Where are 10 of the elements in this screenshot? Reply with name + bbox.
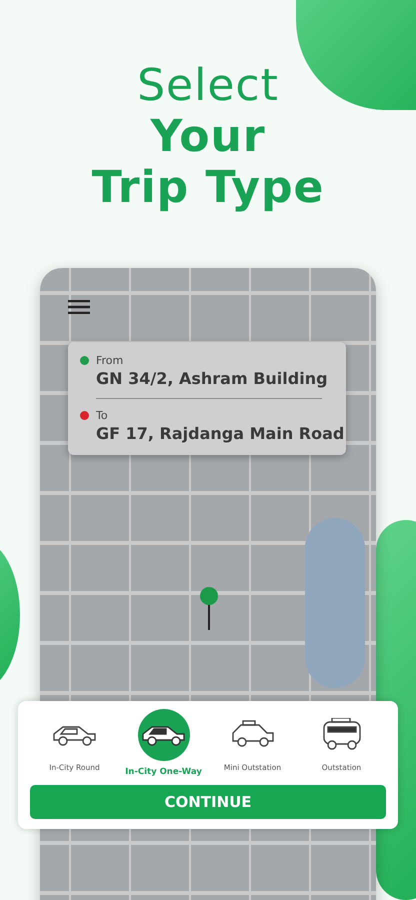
location-label: To — [96, 409, 109, 422]
headline-text: Trip Type — [92, 162, 324, 213]
headline-text: Your — [150, 111, 266, 162]
address-text[interactable]: GF 17, Rajdanga Main Road — [96, 424, 346, 443]
location-label: From — [96, 354, 124, 367]
address-text[interactable]: GN 34/2, Ashram Building — [96, 369, 346, 388]
trip-type-label: In-City One-Way — [125, 767, 202, 777]
map-pin-icon — [198, 586, 220, 630]
menu-icon[interactable] — [68, 300, 90, 314]
headline-text: Select — [137, 60, 279, 111]
